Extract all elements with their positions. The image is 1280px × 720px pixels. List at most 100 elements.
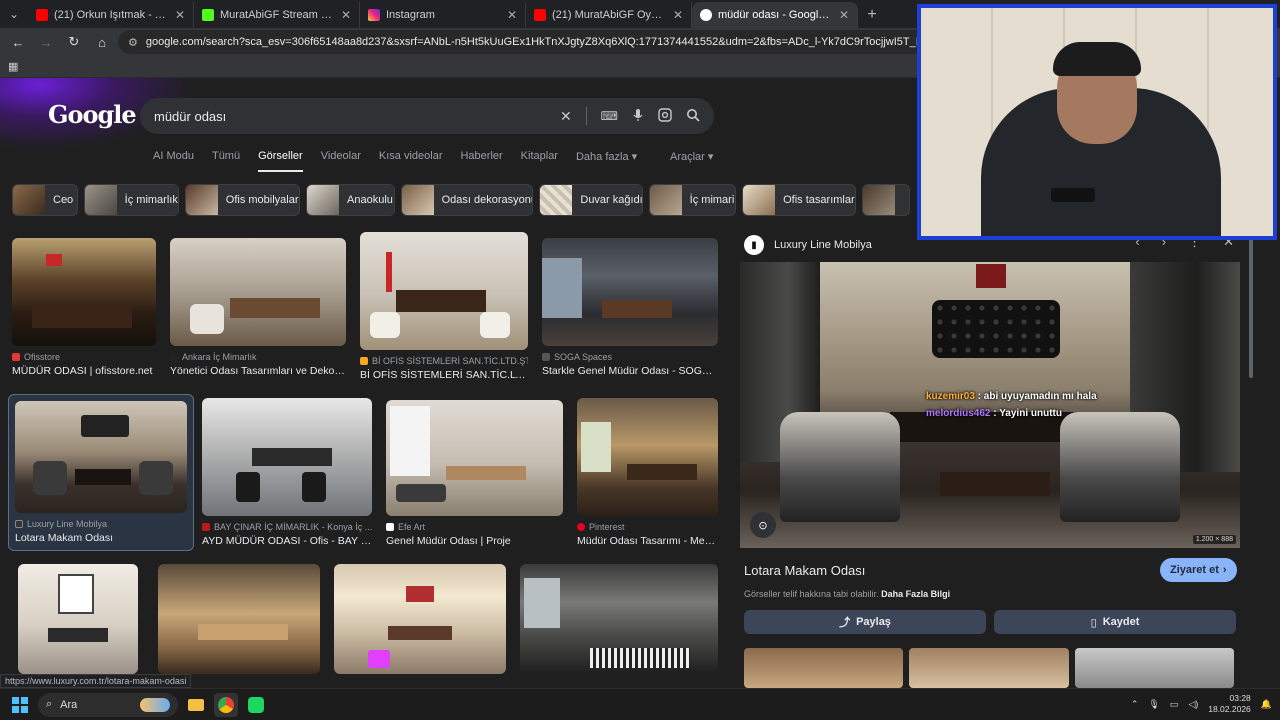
- reload-button[interactable]: ↻: [62, 30, 86, 54]
- image-result[interactable]: SOGA Spaces Starkle Genel Müdür Odası - …: [542, 238, 718, 377]
- preview-image[interactable]: kuzemir03 : abi uyuyamadın mı hala melor…: [740, 262, 1240, 548]
- filter-ai-mode[interactable]: AI Modu: [153, 150, 194, 172]
- filter-books[interactable]: Kitaplar: [521, 150, 558, 172]
- image-result[interactable]: Ofisstore MÜDÜR ODASI | ofisstore.net: [12, 238, 156, 377]
- more-info-link[interactable]: Daha Fazla Bilgi: [881, 589, 950, 599]
- apps-grid-icon[interactable]: ▦: [8, 60, 18, 73]
- result-thumbnail[interactable]: [334, 564, 506, 674]
- image-result[interactable]: Bİ OFİS SİSTEMLERİ SAN.TİC.LTD.ŞTİ Bİ OF…: [360, 232, 528, 381]
- chat-username: kuzemir03: [926, 391, 975, 402]
- lens-icon[interactable]: [658, 107, 672, 125]
- home-button[interactable]: ⌂: [90, 30, 114, 54]
- result-title[interactable]: Starkle Genel Müdür Odası - SOGA S...: [542, 365, 718, 377]
- related-image[interactable]: [1074, 648, 1234, 688]
- windows-start-icon[interactable]: [8, 693, 32, 717]
- result-title[interactable]: Müdür Odası Tasarımı - Metin...: [577, 535, 718, 547]
- image-result[interactable]: [520, 564, 718, 674]
- tools-button[interactable]: Araçlar ▾: [670, 150, 713, 163]
- result-thumbnail[interactable]: [12, 238, 156, 346]
- tab-google-search[interactable]: müdür odası - Google'da Ara ✕: [692, 2, 858, 28]
- keyboard-icon[interactable]: ⌨: [601, 109, 618, 123]
- result-thumbnail[interactable]: [170, 238, 346, 346]
- filter-news[interactable]: Haberler: [460, 150, 502, 172]
- filter-short-videos[interactable]: Kısa videolar: [379, 150, 443, 172]
- close-icon[interactable]: ✕: [507, 8, 517, 22]
- file-explorer-icon[interactable]: [184, 693, 208, 717]
- chip-ic-mimarlik[interactable]: İç mimarlık: [83, 184, 179, 216]
- save-button[interactable]: ▯ Kaydet: [994, 610, 1236, 634]
- result-title[interactable]: Bİ OFİS SİSTEMLERİ SAN.TİC.LT...: [360, 369, 528, 381]
- result-title[interactable]: MÜDÜR ODASI | ofisstore.net: [12, 365, 156, 377]
- chip-anaokulu[interactable]: Anaokulu: [306, 184, 395, 216]
- back-button[interactable]: ←: [6, 30, 30, 54]
- result-title[interactable]: AYD MÜDÜR ODASI - Ofis - BAY Ç...: [202, 535, 372, 547]
- close-icon[interactable]: ✕: [175, 8, 185, 22]
- chip-duvar-kagidi[interactable]: Duvar kağıdı: [539, 184, 643, 216]
- microphone-icon[interactable]: [632, 108, 644, 125]
- result-title[interactable]: Lotara Makam Odası: [15, 532, 187, 544]
- tab-muratabigf-youtube[interactable]: (21) MuratAbiGF Oyun - YouTub ✕: [526, 2, 692, 28]
- chip-ceo[interactable]: Ceo: [12, 184, 78, 216]
- image-result[interactable]: Ankara İç Mimarlık Yönetici Odası Tasarı…: [170, 238, 346, 377]
- filter-more[interactable]: Daha fazla ▾: [576, 150, 637, 172]
- chip-odasi-dekorasyonu[interactable]: Odası dekorasyonu: [400, 184, 534, 216]
- filter-videos[interactable]: Videolar: [321, 150, 361, 172]
- result-thumbnail[interactable]: [18, 564, 138, 674]
- image-result[interactable]: Pinterest Müdür Odası Tasarımı - Metin..…: [577, 398, 718, 547]
- result-thumbnail[interactable]: [360, 232, 528, 350]
- forward-button[interactable]: →: [34, 30, 58, 54]
- image-result[interactable]: [158, 564, 320, 674]
- chip-ofis-tasarimlari[interactable]: Ofis tasarımları: [742, 184, 857, 216]
- close-icon[interactable]: ✕: [839, 8, 849, 22]
- close-icon[interactable]: ✕: [673, 8, 683, 22]
- site-info-icon[interactable]: ⚙: [128, 36, 138, 49]
- result-thumbnail[interactable]: [386, 400, 563, 516]
- result-thumbnail[interactable]: [158, 564, 320, 674]
- filter-images[interactable]: Görseller: [258, 150, 303, 172]
- result-thumbnail[interactable]: [520, 564, 718, 674]
- result-title[interactable]: Genel Müdür Odası | Proje: [386, 535, 563, 547]
- volume-icon[interactable]: ◁): [1188, 699, 1198, 710]
- image-result[interactable]: BAY ÇINAR İÇ MİMARLIK - Konya İç ... AYD…: [202, 398, 372, 547]
- result-thumbnail[interactable]: [577, 398, 718, 516]
- filter-all[interactable]: Tümü: [212, 150, 240, 172]
- microphone-icon[interactable]: 🎙: [1148, 699, 1159, 710]
- search-icon[interactable]: [686, 108, 700, 125]
- visit-button[interactable]: Ziyaret et ›: [1160, 558, 1237, 582]
- result-title[interactable]: Yönetici Odası Tasarımları ve Dekora...: [170, 365, 346, 377]
- panel-scrollbar[interactable]: [1248, 238, 1254, 678]
- panel-site-name[interactable]: Luxury Line Mobilya: [774, 239, 872, 251]
- scrollbar-thumb[interactable]: [1249, 238, 1253, 378]
- chip-ofis-mobilyalari[interactable]: Ofis mobilyaları: [184, 184, 301, 216]
- tab-search-button[interactable]: ⌄: [0, 0, 28, 28]
- new-tab-button[interactable]: +: [858, 2, 886, 28]
- close-icon[interactable]: ✕: [341, 8, 351, 22]
- app-icon[interactable]: [244, 693, 268, 717]
- related-image[interactable]: [744, 648, 904, 688]
- google-logo[interactable]: Google: [48, 100, 137, 129]
- share-button[interactable]: ⤴ Paylaş: [744, 610, 986, 634]
- search-input[interactable]: [154, 108, 560, 124]
- notifications-icon[interactable]: 🔔: [1261, 699, 1272, 710]
- image-result[interactable]: [18, 564, 138, 674]
- tray-overflow-icon[interactable]: ⌃: [1131, 699, 1139, 710]
- result-thumbnail[interactable]: [15, 401, 187, 513]
- chip-more[interactable]: [862, 184, 910, 216]
- network-icon[interactable]: ▭: [1170, 699, 1179, 710]
- result-thumbnail[interactable]: [202, 398, 372, 516]
- visual-search-icon[interactable]: ⊙: [750, 512, 776, 538]
- result-thumbnail[interactable]: [542, 238, 718, 346]
- chrome-icon[interactable]: [214, 692, 238, 717]
- image-result-selected[interactable]: Luxury Line Mobilya Lotara Makam Odası: [8, 394, 194, 551]
- tab-orkun-youtube[interactable]: (21) Orkun Işıtmak - YouTube ✕: [28, 2, 194, 28]
- tab-kick-stream[interactable]: MuratAbiGF Stream - Watch Li ✕: [194, 2, 360, 28]
- clear-icon[interactable]: ✕: [560, 108, 572, 125]
- clock[interactable]: 03:28 18.02.2026: [1208, 693, 1251, 715]
- tab-instagram[interactable]: Instagram ✕: [360, 2, 526, 28]
- image-result[interactable]: [334, 564, 506, 674]
- taskbar-search[interactable]: ⌕ Ara: [38, 692, 178, 717]
- image-result[interactable]: Efe Art Genel Müdür Odası | Proje: [386, 400, 563, 547]
- preview-title[interactable]: Lotara Makam Odası: [744, 563, 865, 578]
- related-image[interactable]: [909, 648, 1069, 688]
- chip-ic-mimari[interactable]: İç mimari: [648, 184, 737, 216]
